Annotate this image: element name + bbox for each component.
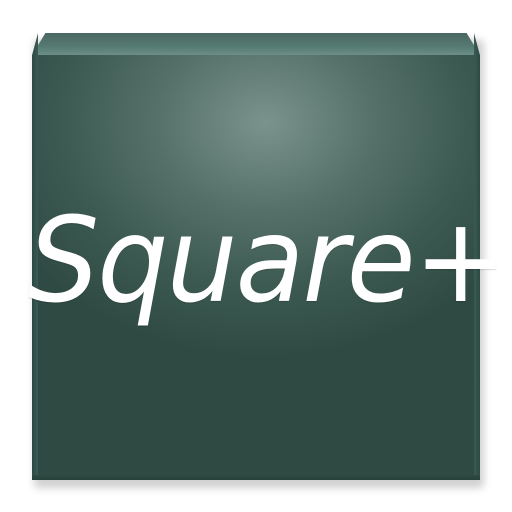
app-title: Square+ (28, 191, 508, 329)
icon-bottom-edge (32, 475, 480, 480)
icon-top-bevel (32, 33, 480, 55)
app-icon[interactable]: Square+ (0, 0, 512, 512)
